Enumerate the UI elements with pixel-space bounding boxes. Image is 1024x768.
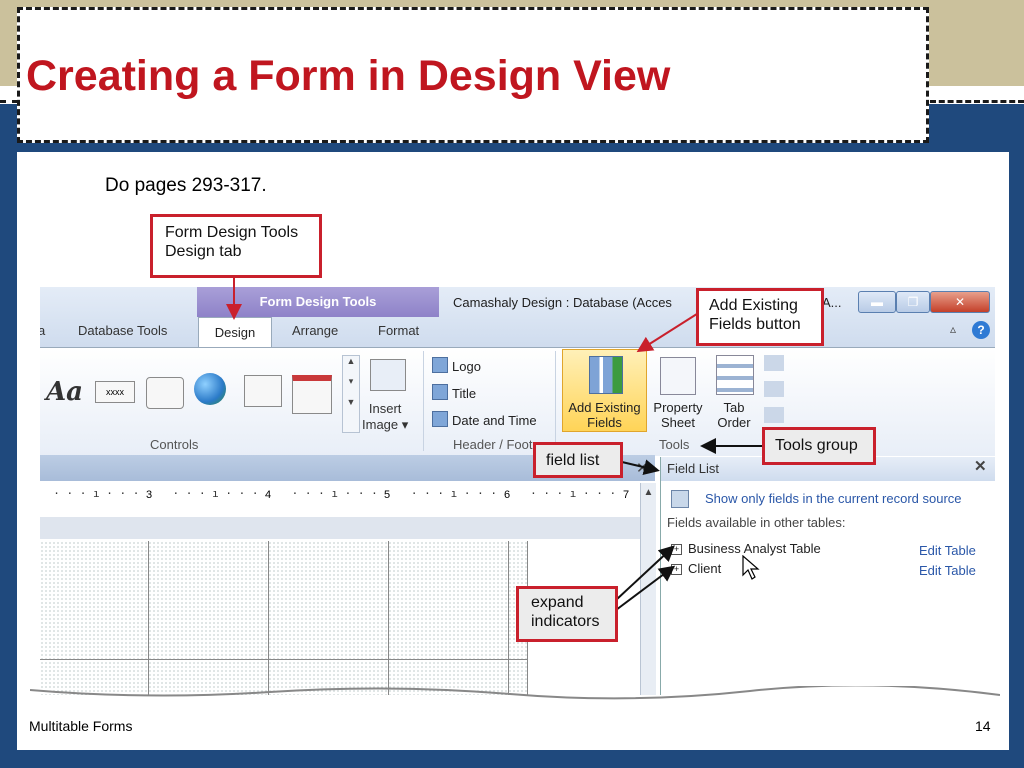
page-number: 14 — [975, 718, 991, 734]
callout-arrows — [226, 278, 762, 611]
footer-text: Multitable Forms — [29, 718, 133, 734]
field-list-arrow — [621, 459, 660, 476]
add-existing-arrow — [636, 311, 701, 353]
callout-add-existing-fields: Add Existing Fields button — [696, 288, 824, 346]
callout-field-list: field list — [533, 442, 623, 478]
callout-tools-group: Tools group — [762, 427, 876, 465]
callout-expand-indicators: expand indicators — [516, 586, 618, 642]
callout-design-tab: Form Design Tools Design tab — [150, 214, 322, 278]
